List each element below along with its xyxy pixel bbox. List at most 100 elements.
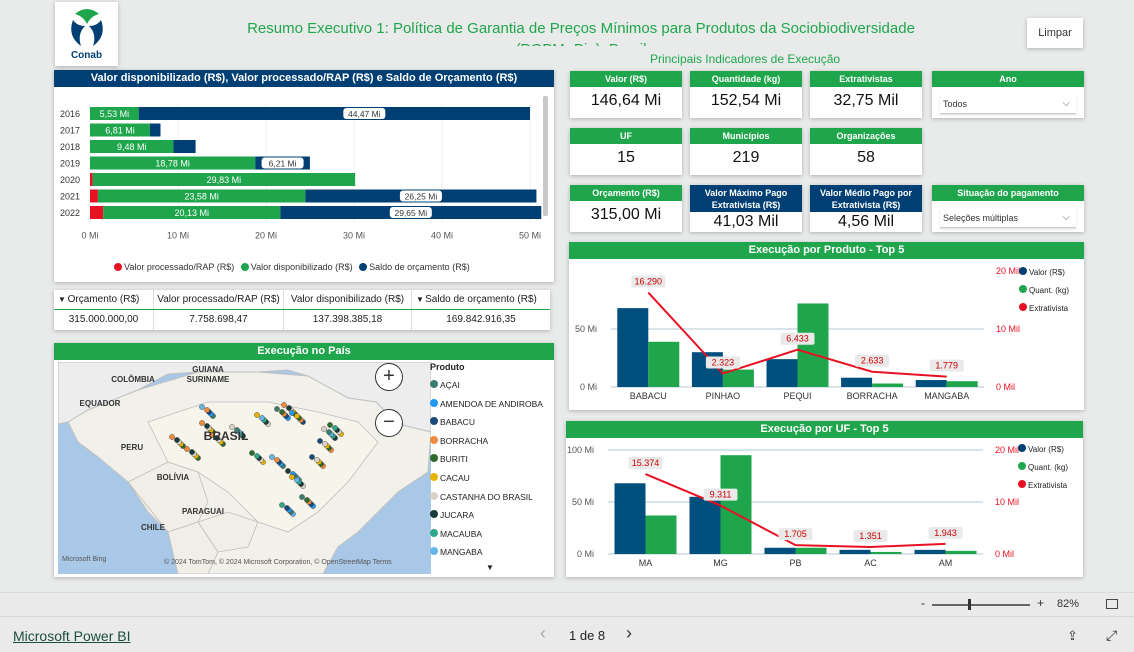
map-legend-item[interactable]: CASTANHA DO BRASIL: [430, 488, 552, 507]
y-tick-label: 2021: [60, 192, 80, 202]
legend-dot: [430, 547, 438, 556]
line-data-label: 1.351: [859, 531, 882, 541]
clear-button[interactable]: Limpar: [1027, 18, 1083, 48]
col-saldo[interactable]: ▼ Saldo de orçamento (R$): [411, 290, 550, 309]
col-orcamento[interactable]: ▼ Orçamento (R$): [54, 290, 153, 309]
line-data-label: 6.433: [786, 334, 809, 344]
legend-dot: [430, 472, 438, 481]
kpi-organizacoes-label: Organizações: [810, 128, 922, 144]
map-country-label: COLÔMBIA: [111, 375, 155, 384]
y2-tick-label: 0 Mil: [995, 549, 1014, 559]
x-tick-label: BABACU: [630, 391, 667, 401]
bar-quant: [870, 551, 902, 554]
x-tick-label: MANGABA: [924, 391, 969, 401]
fullscreen-icon[interactable]: ⤢: [1106, 627, 1117, 644]
kpi-valor-medio-label: Valor Médio Pago por Extrativista (R$): [810, 185, 922, 212]
bar-data-label: 20,13 Mi: [175, 208, 210, 218]
kpi-valor-maximo-value: 41,03 Mil: [713, 213, 779, 230]
map-legend-item[interactable]: BURITI: [430, 450, 552, 469]
col-disponibilizado[interactable]: Valor disponibilizado (R$): [283, 290, 411, 309]
bar-data-label: 29,83 Mi: [207, 175, 242, 185]
map-country-label: PERU: [121, 443, 143, 452]
map-marker: [269, 454, 275, 460]
conab-logo: Conab: [55, 2, 118, 66]
map-legend-item[interactable]: AMENDOA DE ANDIROBA: [430, 395, 552, 414]
map-title: Execução no País: [54, 343, 554, 360]
map-legend-item[interactable]: MANGABA: [430, 543, 552, 562]
line-data-label: 1.943: [934, 528, 957, 538]
map-marker: [189, 449, 195, 455]
bar-data-label: 6,21 Mi: [269, 159, 297, 169]
x-tick-label: PB: [789, 558, 801, 568]
map-zoom-out-button[interactable]: −: [375, 409, 403, 437]
legend-dot: [430, 398, 438, 407]
legend-scroll-down-icon[interactable]: ▼: [486, 563, 494, 572]
map-legend-title: Produto: [430, 362, 465, 372]
kpi-valor-value: 146,64 Mi: [590, 92, 662, 109]
map-legend-item[interactable]: MACAUBA: [430, 525, 552, 544]
y-tick-label: 2022: [60, 208, 80, 218]
zoom-out-button[interactable]: -: [921, 596, 925, 610]
chart-scrollbar[interactable]: [543, 96, 548, 216]
prev-page-button[interactable]: ‹: [540, 623, 546, 644]
map-marker: [332, 425, 338, 431]
zoom-slider[interactable]: [932, 604, 1030, 606]
bar-valor: [766, 359, 798, 387]
bar-saldo: [173, 140, 196, 153]
map-marker: [321, 426, 327, 432]
map-legend-item[interactable]: JUCARA: [430, 506, 552, 525]
bar-data-label: 26,25 Mi: [405, 192, 438, 202]
kpi-valor-maximo-label: Valor Máximo Pago Extrativista (R$): [690, 185, 802, 212]
map-country-label: EQUADOR: [80, 399, 121, 408]
budget-chart-svg: 0 Mi 10 Mi 20 Mi 30 Mi 40 Mi 50 Mi 2016 5,53 Mi…: [60, 103, 542, 241]
map-marker: [284, 505, 290, 511]
map-country-label: BOLÍVIA: [157, 473, 190, 482]
col-processado[interactable]: Valor processado/RAP (R$): [153, 290, 283, 309]
kpi-valor: Valor (R$) 146,64 Mi: [570, 71, 682, 118]
map-legend-item[interactable]: AÇAI: [430, 376, 552, 395]
legend-quant: Quant. (kg): [1019, 282, 1069, 300]
map-legend-item[interactable]: BABACU: [430, 413, 552, 432]
kpi-valor-maximo: Valor Máximo Pago Extrativista (R$) 41,0…: [690, 185, 802, 232]
y-tick-label: 50 Mi: [572, 497, 594, 507]
map-marker: [199, 404, 205, 410]
uf-chart-legend: Valor (R$) Quant. (kg) Extrativista: [1018, 441, 1068, 495]
x-tick-label: PINHAO: [706, 391, 741, 401]
slicer-situacao-dropdown[interactable]: Seleções múltiplas ⌵: [940, 208, 1076, 228]
slicer-ano-dropdown[interactable]: Todos ⌵: [940, 94, 1076, 114]
y2-tick-label: 10 Mil: [996, 324, 1020, 334]
map-marker: [274, 457, 280, 463]
map-legend-item[interactable]: CACAU: [430, 469, 552, 488]
map-bing-logo: Microsoft Bing: [62, 556, 107, 563]
x-tick-label: AC: [864, 558, 877, 568]
map-country-label: CHILE: [141, 523, 166, 532]
bar-data-label: 9,48 Mi: [117, 142, 147, 152]
y-tick-label: 2020: [60, 175, 80, 185]
map-marker: [204, 407, 210, 413]
bar-valor: [617, 308, 649, 387]
map-canvas[interactable]: GUIANASURINAME COLÔMBIA EQUADOR PERU BRASIL B…: [58, 362, 431, 574]
kpi-extrativistas: Extrativistas 32,75 Mil: [810, 71, 922, 118]
power-bi-link[interactable]: Microsoft Power BI: [13, 628, 130, 644]
zoom-in-button[interactable]: +: [1037, 596, 1044, 610]
map-legend-item[interactable]: BORRACHA: [430, 432, 552, 451]
kpi-orcamento-value: 315,00 Mi: [590, 206, 662, 223]
zoom-slider-handle[interactable]: [968, 599, 971, 610]
x-tick-label: MA: [639, 558, 653, 568]
cell-processado: 7.758.698,47: [153, 310, 283, 330]
produto-chart-title: Execução por Produto - Top 5: [569, 242, 1084, 259]
map-attribution[interactable]: © 2024 TomTom, © 2024 Microsoft Corporat…: [164, 559, 392, 566]
fit-to-page-icon[interactable]: [1106, 599, 1118, 609]
kpi-uf-value: 15: [617, 149, 635, 166]
map-zoom-in-button[interactable]: +: [375, 363, 403, 391]
x-tick-label: 40 Mi: [431, 231, 453, 241]
totals-table-header: ▼ Orçamento (R$) Valor processado/RAP (R$…: [54, 290, 550, 310]
map-marker: [274, 406, 280, 412]
x-tick-label: AM: [939, 558, 953, 568]
bar-processado: [90, 173, 93, 186]
share-icon[interactable]: ⇪: [1067, 628, 1078, 644]
next-page-button[interactable]: ›: [626, 623, 632, 644]
map-marker: [327, 422, 333, 428]
x-tick-label: PEQUI: [783, 391, 811, 401]
totals-table-row: 315.000.000,00 7.758.698,47 137.398.385,…: [54, 310, 550, 330]
